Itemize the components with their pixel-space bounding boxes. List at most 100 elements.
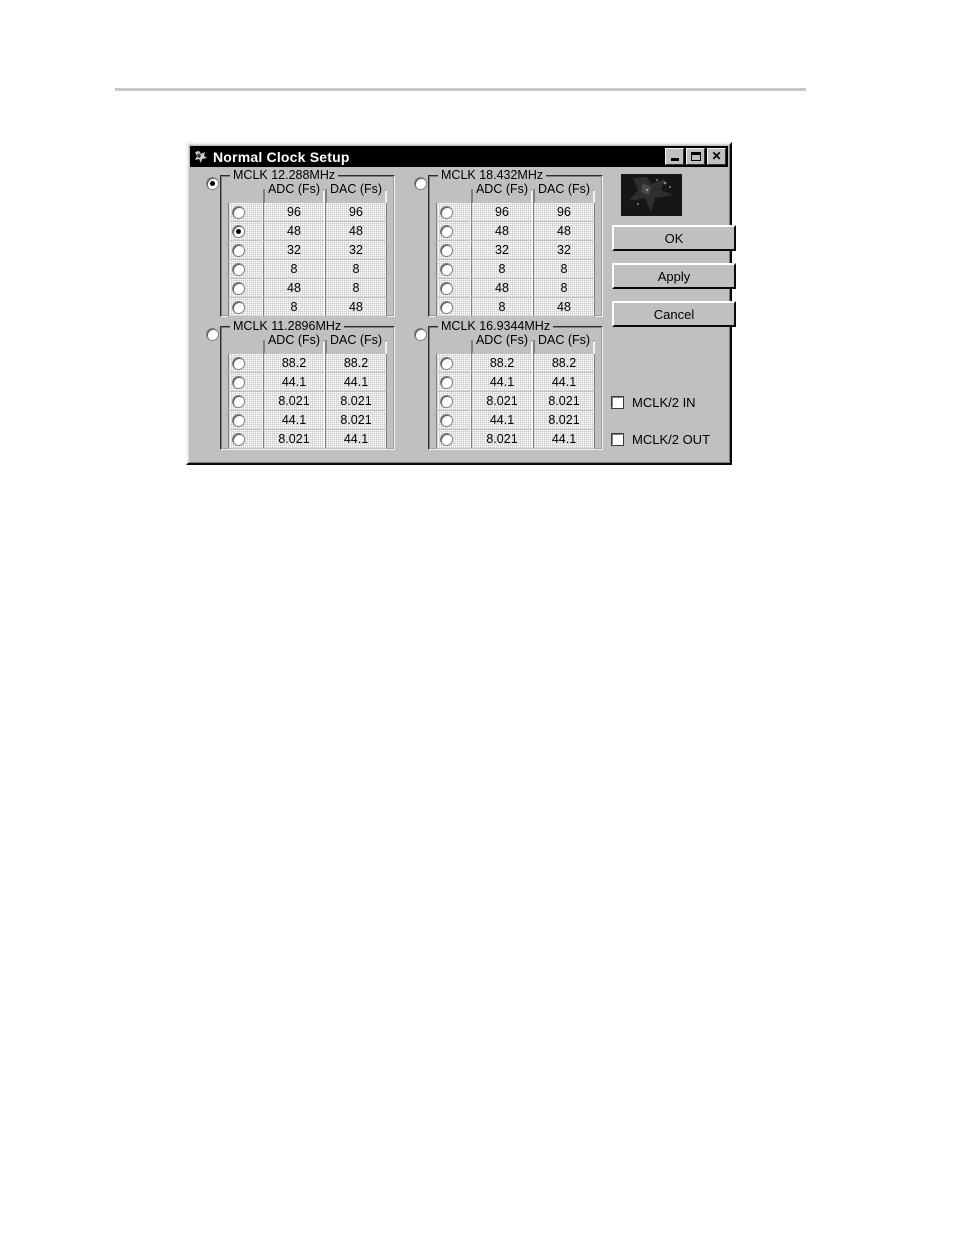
rate-row[interactable]: 44.1 8.021 bbox=[436, 411, 595, 430]
rate-radio[interactable] bbox=[440, 262, 453, 276]
rate-row-radio-cell[interactable] bbox=[228, 430, 263, 449]
rate-row[interactable]: 96 96 bbox=[228, 203, 387, 222]
rate-radio[interactable] bbox=[440, 205, 453, 219]
dac-value: 8 bbox=[325, 279, 387, 298]
rate-radio[interactable] bbox=[232, 243, 245, 257]
window-title: Normal Clock Setup bbox=[213, 148, 350, 165]
rate-row-radio-cell[interactable] bbox=[228, 298, 263, 317]
rate-table-mclk-18432: ADC (Fs) DAC (Fs) 96 96 48 48 32 32 8 8 … bbox=[436, 183, 595, 317]
rate-radio[interactable] bbox=[440, 375, 453, 389]
rate-radio[interactable] bbox=[232, 224, 245, 238]
rate-row-radio-cell[interactable] bbox=[436, 430, 471, 449]
rate-row[interactable]: 48 8 bbox=[436, 279, 595, 298]
radio-indicator bbox=[206, 328, 219, 341]
rate-row-radio-cell[interactable] bbox=[436, 392, 471, 411]
rate-row-radio-cell[interactable] bbox=[436, 222, 471, 241]
group-radio-mclk-169344[interactable] bbox=[414, 328, 427, 341]
rate-row[interactable]: 44.1 44.1 bbox=[436, 373, 595, 392]
mclk2-in-label: MCLK/2 IN bbox=[632, 395, 696, 410]
adc-value: 32 bbox=[263, 241, 325, 260]
group-radio-mclk-18432[interactable] bbox=[414, 177, 427, 190]
rate-row[interactable]: 32 32 bbox=[228, 241, 387, 260]
rate-radio[interactable] bbox=[232, 394, 245, 408]
rate-row-radio-cell[interactable] bbox=[228, 203, 263, 222]
apply-button[interactable]: Apply bbox=[612, 263, 736, 289]
checkbox-row-mclk2-out[interactable]: MCLK/2 OUT bbox=[611, 432, 710, 447]
rate-row[interactable]: 8.021 44.1 bbox=[436, 430, 595, 449]
ok-button[interactable]: OK bbox=[612, 225, 736, 251]
column-header-dac: DAC (Fs) bbox=[533, 183, 595, 204]
rate-row[interactable]: 8.021 8.021 bbox=[436, 392, 595, 411]
rate-row-radio-cell[interactable] bbox=[436, 279, 471, 298]
rate-row-radio-cell[interactable] bbox=[228, 260, 263, 279]
close-button[interactable]: ✕ bbox=[707, 148, 726, 165]
rate-row[interactable]: 44.1 44.1 bbox=[228, 373, 387, 392]
rate-row-radio-cell[interactable] bbox=[436, 354, 471, 373]
minimize-button[interactable] bbox=[665, 148, 684, 165]
rate-row[interactable]: 32 32 bbox=[436, 241, 595, 260]
rate-row[interactable]: 88.2 88.2 bbox=[228, 354, 387, 373]
rate-row-radio-cell[interactable] bbox=[436, 298, 471, 317]
rate-radio[interactable] bbox=[232, 413, 245, 427]
rate-row[interactable]: 48 48 bbox=[436, 222, 595, 241]
rate-radio[interactable] bbox=[440, 356, 453, 370]
maximize-button[interactable] bbox=[686, 148, 705, 165]
page-header-rule bbox=[115, 88, 806, 91]
rate-rows-mclk-18432: 96 96 48 48 32 32 8 8 48 8 8 48 bbox=[436, 203, 595, 317]
rate-radio[interactable] bbox=[440, 300, 453, 314]
rate-radio[interactable] bbox=[440, 243, 453, 257]
rate-row-radio-cell[interactable] bbox=[228, 354, 263, 373]
adc-value: 96 bbox=[263, 203, 325, 222]
rate-row[interactable]: 8 8 bbox=[436, 260, 595, 279]
rate-row[interactable]: 8 48 bbox=[436, 298, 595, 317]
rate-row-radio-cell[interactable] bbox=[228, 241, 263, 260]
checkbox-row-mclk2-in[interactable]: MCLK/2 IN bbox=[611, 395, 696, 410]
rate-radio[interactable] bbox=[440, 394, 453, 408]
rate-row-radio-cell[interactable] bbox=[228, 411, 263, 430]
adc-value: 96 bbox=[471, 203, 533, 222]
dac-value: 8.021 bbox=[325, 411, 387, 430]
rate-row-radio-cell[interactable] bbox=[436, 373, 471, 392]
rate-row[interactable]: 8 48 bbox=[228, 298, 387, 317]
rate-row-radio-cell[interactable] bbox=[228, 373, 263, 392]
dac-value: 44.1 bbox=[325, 430, 387, 449]
rate-row-radio-cell[interactable] bbox=[228, 279, 263, 298]
rate-row-radio-cell[interactable] bbox=[436, 411, 471, 430]
rate-row-radio-cell[interactable] bbox=[436, 203, 471, 222]
group-radio-mclk-112896[interactable] bbox=[206, 328, 219, 341]
groupbox-mclk-12288: MCLK 12.288MHz ADC (Fs) DAC (Fs) 96 96 4… bbox=[220, 169, 395, 317]
rate-radio[interactable] bbox=[232, 375, 245, 389]
rate-radio[interactable] bbox=[440, 224, 453, 238]
rate-row[interactable]: 48 48 bbox=[228, 222, 387, 241]
rate-row[interactable]: 48 8 bbox=[228, 279, 387, 298]
mclk2-in-checkbox[interactable] bbox=[611, 396, 624, 409]
rate-radio[interactable] bbox=[440, 432, 453, 446]
rate-row-radio-cell[interactable] bbox=[228, 392, 263, 411]
rate-row[interactable]: 96 96 bbox=[436, 203, 595, 222]
rate-row[interactable]: 88.2 88.2 bbox=[436, 354, 595, 373]
rate-row-radio-cell[interactable] bbox=[228, 222, 263, 241]
rate-rows-mclk-169344: 88.2 88.2 44.1 44.1 8.021 8.021 44.1 8.0… bbox=[436, 354, 595, 449]
rate-row[interactable]: 44.1 8.021 bbox=[228, 411, 387, 430]
group-radio-mclk-12288[interactable] bbox=[206, 177, 219, 190]
rate-row[interactable]: 8.021 44.1 bbox=[228, 430, 387, 449]
rate-row-radio-cell[interactable] bbox=[436, 241, 471, 260]
rate-radio[interactable] bbox=[232, 356, 245, 370]
rate-radio[interactable] bbox=[440, 413, 453, 427]
mclk2-out-checkbox[interactable] bbox=[611, 433, 624, 446]
cancel-button[interactable]: Cancel bbox=[612, 301, 736, 327]
adc-value: 44.1 bbox=[471, 373, 533, 392]
title-bar[interactable]: Normal Clock Setup ✕ bbox=[190, 146, 728, 167]
rate-radio[interactable] bbox=[232, 281, 245, 295]
rate-radio[interactable] bbox=[232, 262, 245, 276]
rate-row-radio-cell[interactable] bbox=[436, 260, 471, 279]
column-header-dac-label: DAC (Fs) bbox=[534, 183, 594, 196]
rate-radio[interactable] bbox=[232, 300, 245, 314]
rate-radio[interactable] bbox=[440, 281, 453, 295]
rate-row[interactable]: 8.021 8.021 bbox=[228, 392, 387, 411]
column-header-dac: DAC (Fs) bbox=[325, 334, 387, 355]
rate-radio[interactable] bbox=[232, 432, 245, 446]
rate-radio[interactable] bbox=[232, 205, 245, 219]
rate-row[interactable]: 8 8 bbox=[228, 260, 387, 279]
column-header-adc-label: ADC (Fs) bbox=[472, 183, 532, 196]
